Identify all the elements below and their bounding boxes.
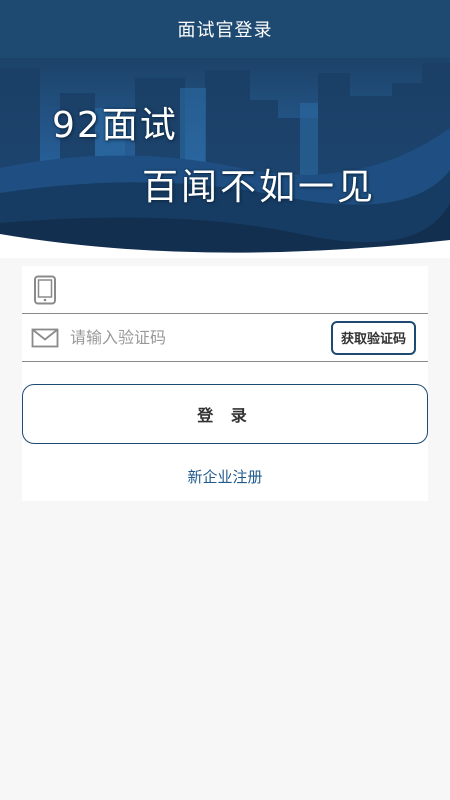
envelope-icon: [22, 328, 68, 348]
tablet-icon: [22, 275, 68, 305]
app-header: 面试官登录: [0, 0, 450, 58]
login-button[interactable]: 登 录: [22, 384, 428, 444]
banner-slogan: 百闻不如一见: [142, 167, 377, 208]
verification-code-input[interactable]: [68, 317, 331, 358]
verification-code-row: 获取验证码: [22, 314, 428, 362]
get-code-button[interactable]: 获取验证码: [330, 320, 416, 355]
hero-banner: 92面试 百闻不如一见: [0, 58, 450, 258]
register-enterprise-link[interactable]: 新企业注册: [22, 466, 428, 487]
banner-headline: 92面试: [52, 105, 178, 146]
phone-input[interactable]: [68, 269, 428, 310]
phone-row: [22, 266, 428, 314]
page-title: 面试官登录: [177, 20, 273, 41]
login-form: 获取验证码 登 录 新企业注册: [22, 266, 428, 501]
